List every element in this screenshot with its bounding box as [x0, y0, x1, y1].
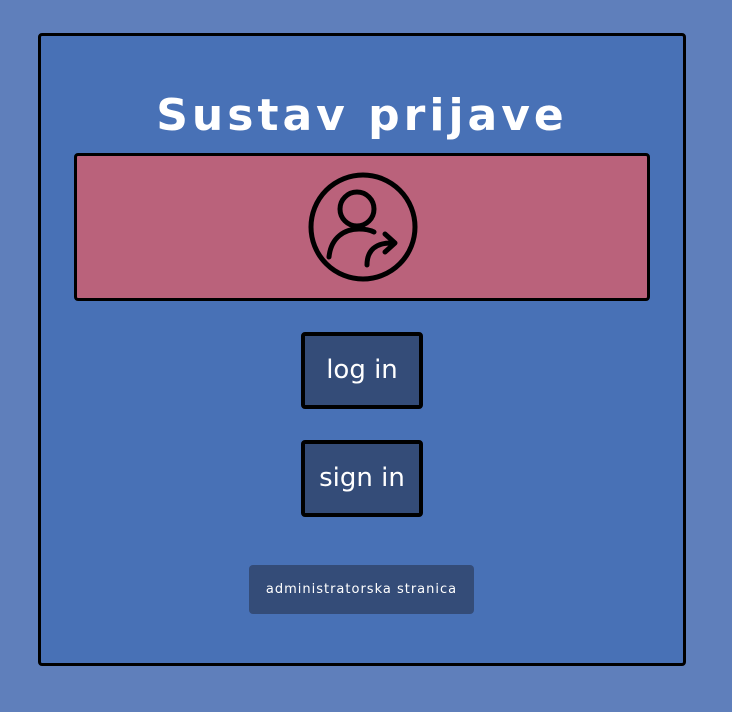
login-banner [74, 153, 650, 301]
user-login-icon [308, 172, 418, 282]
page-title: Sustav prijave [156, 90, 568, 141]
login-button[interactable]: log in [301, 332, 423, 409]
admin-page-button[interactable]: administratorska stranica [249, 565, 474, 614]
login-panel: Sustav prijave log in sign in administra… [38, 33, 686, 666]
signin-button[interactable]: sign in [301, 440, 423, 517]
